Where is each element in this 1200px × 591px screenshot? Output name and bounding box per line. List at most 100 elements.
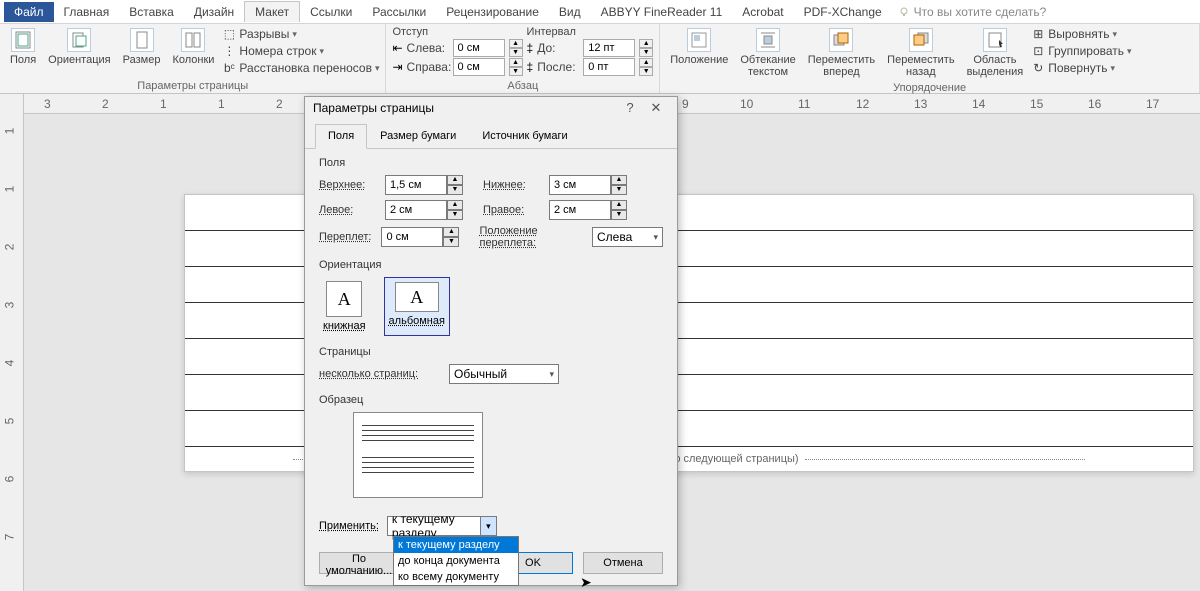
ruler-tick: 6	[2, 476, 16, 483]
right-margin-up[interactable]: ▲	[611, 200, 627, 210]
spacing-before-down[interactable]: ▼	[639, 48, 653, 57]
menu-layout[interactable]: Макет	[244, 1, 300, 22]
menu-home[interactable]: Главная	[54, 2, 120, 22]
ruler-tick: 2	[276, 97, 283, 111]
line-numbers-icon: ⋮	[222, 44, 236, 58]
top-margin-up[interactable]: ▲	[447, 175, 463, 185]
ruler-tick: 16	[1088, 97, 1101, 111]
multi-pages-select[interactable]: Обычный	[449, 364, 559, 384]
top-margin-input[interactable]	[385, 175, 447, 195]
left-margin-input[interactable]	[385, 200, 447, 220]
tab-paper-size[interactable]: Размер бумаги	[367, 124, 469, 148]
align-icon: ⊞	[1031, 27, 1045, 41]
ruler-tick: 5	[2, 418, 16, 425]
dialog-titlebar[interactable]: Параметры страницы ? ✕	[305, 97, 677, 118]
apply-to-combobox[interactable]: к текущему разделу ▾	[387, 516, 497, 536]
position-icon	[687, 28, 711, 52]
menu-design[interactable]: Дизайн	[184, 2, 244, 22]
menu-view[interactable]: Вид	[549, 2, 591, 22]
wrap-button[interactable]: Обтекание текстом	[736, 26, 799, 80]
ruler-tick: 3	[2, 302, 16, 309]
menu-insert[interactable]: Вставка	[119, 2, 184, 22]
spacing-after-up[interactable]: ▲	[639, 58, 653, 67]
menu-acrobat[interactable]: Acrobat	[732, 2, 793, 22]
bottom-margin-up[interactable]: ▲	[611, 175, 627, 185]
ruler-tick: 4	[2, 360, 16, 367]
gutter-input[interactable]	[381, 227, 443, 247]
set-default-button[interactable]: По умолчанию...	[319, 552, 399, 574]
columns-button[interactable]: Колонки	[168, 26, 218, 68]
tab-margins[interactable]: Поля	[315, 124, 367, 149]
margins-button[interactable]: Поля	[6, 26, 40, 68]
forward-button[interactable]: Переместить вперед	[804, 26, 879, 80]
indent-right-input[interactable]	[453, 58, 505, 76]
gutter-pos-select[interactable]: Слева	[592, 227, 663, 247]
multi-pages-label: несколько страниц:	[319, 368, 439, 380]
apply-option-current-section[interactable]: к текущему разделу	[394, 537, 518, 553]
orientation-landscape-button[interactable]: A альбомная	[384, 277, 450, 336]
ruler-tick: 1	[160, 97, 167, 111]
cancel-button[interactable]: Отмена	[583, 552, 663, 574]
bottom-margin-input[interactable]	[549, 175, 611, 195]
dialog-help-button[interactable]: ?	[617, 100, 643, 115]
selection-button[interactable]: Область выделения	[963, 26, 1028, 80]
right-margin-input[interactable]	[549, 200, 611, 220]
bottom-margin-label: Нижнее:	[483, 179, 539, 191]
ruler-corner	[0, 94, 24, 114]
align-button[interactable]: ⊞Выровнять▾	[1031, 26, 1131, 42]
menu-references[interactable]: Ссылки	[300, 2, 362, 22]
indent-left-up[interactable]: ▲	[509, 39, 523, 48]
indent-left-input[interactable]	[453, 39, 505, 57]
menu-file[interactable]: Файл	[4, 2, 54, 22]
orientation-icon	[67, 28, 91, 52]
landscape-icon: A	[395, 282, 439, 312]
left-margin-up[interactable]: ▲	[447, 200, 463, 210]
breaks-button[interactable]: ⬚Разрывы▾	[222, 26, 379, 42]
apply-option-whole-doc[interactable]: ко всему документу	[394, 569, 518, 585]
orientation-portrait-button[interactable]: A книжная	[319, 277, 370, 336]
ruler-tick: 2	[102, 97, 109, 111]
rotate-button[interactable]: ↻Повернуть▾	[1031, 60, 1131, 76]
size-button[interactable]: Размер	[119, 26, 165, 68]
group-arrange-label: Упорядочение	[666, 80, 1193, 94]
menu-finereader[interactable]: ABBYY FineReader 11	[591, 2, 733, 22]
top-margin-down[interactable]: ▼	[447, 185, 463, 195]
spacing-after-down[interactable]: ▼	[639, 67, 653, 76]
ruler-tick: 1	[218, 97, 225, 111]
spacing-before-up[interactable]: ▲	[639, 39, 653, 48]
backward-button[interactable]: Переместить назад	[883, 26, 958, 80]
position-button[interactable]: Положение	[666, 26, 732, 68]
orientation-button[interactable]: Ориентация	[44, 26, 114, 68]
tab-paper-source[interactable]: Источник бумаги	[469, 124, 580, 148]
spacing-after-input[interactable]	[583, 58, 635, 76]
apply-option-to-end[interactable]: до конца документа	[394, 553, 518, 569]
spacing-before-input[interactable]	[583, 39, 635, 57]
left-margin-down[interactable]: ▼	[447, 210, 463, 220]
tell-me-search[interactable]: Что вы хотите сделать?	[898, 5, 1047, 19]
bottom-margin-down[interactable]: ▼	[611, 185, 627, 195]
breaks-icon: ⬚	[222, 27, 236, 41]
menu-mailings[interactable]: Рассылки	[362, 2, 436, 22]
ruler-tick: 9	[682, 97, 689, 111]
vertical-ruler[interactable]: 11234567	[0, 114, 24, 591]
menu-pdfxchange[interactable]: PDF-XChange	[794, 2, 892, 22]
dialog-close-button[interactable]: ✕	[643, 100, 669, 116]
spacing-before-label: До:	[537, 41, 579, 55]
pages-section-title: Страницы	[319, 346, 663, 358]
gutter-up[interactable]: ▲	[443, 227, 459, 237]
orientation-label: Ориентация	[48, 54, 110, 66]
indent-left-down[interactable]: ▼	[509, 48, 523, 57]
menu-review[interactable]: Рецензирование	[436, 2, 549, 22]
gutter-down[interactable]: ▼	[443, 237, 459, 247]
sample-preview	[353, 412, 483, 498]
dialog-title: Параметры страницы	[313, 101, 617, 115]
line-numbers-button[interactable]: ⋮Номера строк▾	[222, 43, 379, 59]
hyphenation-button[interactable]: bᶜРасстановка переносов▾	[222, 60, 379, 76]
sample-section-title: Образец	[319, 394, 663, 406]
right-margin-down[interactable]: ▼	[611, 210, 627, 220]
indent-right-down[interactable]: ▼	[509, 67, 523, 76]
group-objects-button[interactable]: ⊡Группировать▾	[1031, 43, 1131, 59]
indent-title: Отступ	[392, 26, 522, 38]
indent-right-up[interactable]: ▲	[509, 58, 523, 67]
left-margin-label: Левое:	[319, 204, 375, 216]
